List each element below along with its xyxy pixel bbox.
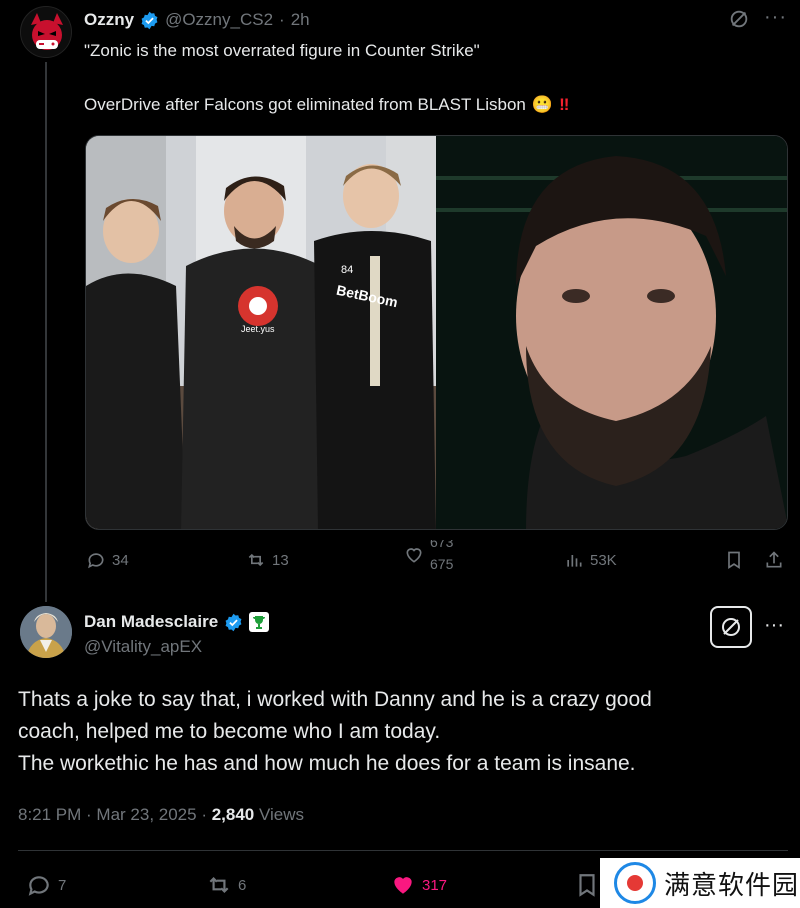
dot-separator: · (279, 10, 285, 29)
grimace-emoji: 😬 (531, 95, 554, 114)
repost-count: 6 (238, 876, 247, 894)
tweet-media[interactable]: BetBoom 84 Jeet.yus (85, 135, 788, 530)
tweet-body-line2: coach, helped me to become who I am toda… (18, 720, 441, 743)
repost-action[interactable]: 13 (246, 550, 289, 570)
author-avatar[interactable] (20, 606, 72, 658)
views-count: 53K (590, 551, 617, 569)
tweet-timestamp[interactable]: 8:21 PM · Mar 23, 2025 · (18, 805, 212, 824)
double-exclamation-emoji: ‼ (559, 95, 570, 114)
like-action[interactable]: 317 (390, 872, 447, 898)
repost-count: 13 (272, 551, 289, 569)
quoted-handle[interactable]: @Ozzny_CS2 (165, 10, 273, 30)
trophy-affiliate-icon[interactable] (249, 612, 270, 632)
tweet-meta: 8:21 PM · Mar 23, 2025 · 2,840 Views (18, 805, 304, 825)
like-action[interactable]: 673 675 (404, 540, 453, 570)
tweet-views-count: 2,840 (211, 805, 255, 824)
bookmark-action[interactable] (574, 872, 600, 898)
verified-badge-icon (225, 613, 242, 631)
analytics-icon (567, 555, 582, 567)
quoted-tweet-header: Ozzny @Ozzny_CS2 · 2h (84, 8, 310, 32)
share-icon (766, 551, 782, 568)
author-display-name[interactable]: Dan Madesclaire (84, 612, 218, 632)
share-action[interactable] (764, 550, 784, 570)
tweet-body: Thats a joke to say that, i worked with … (18, 684, 778, 780)
watermark-text: 满意软件园 (664, 870, 800, 901)
bookmark-icon (579, 874, 595, 897)
shirt-number-text: 84 (341, 264, 354, 276)
tweet-body-line3: The workethic he has and how much he doe… (18, 752, 636, 775)
reply-icon (88, 553, 104, 569)
site-watermark: 满意软件园 (600, 858, 800, 908)
reply-action[interactable]: 34 (86, 550, 129, 570)
like-count-rolling-top: 673 (430, 540, 454, 550)
author-header: Dan Madesclaire (84, 610, 270, 634)
quoted-text-line1: "Zonic is the most overrated figure in C… (84, 41, 480, 60)
reply-count: 34 (112, 551, 129, 569)
verified-badge-icon (141, 11, 158, 29)
watermark-logo-icon (614, 862, 656, 904)
more-options-icon[interactable]: ··· (764, 614, 784, 637)
like-count-rolling-bottom: 675 (430, 556, 454, 570)
heart-icon (406, 548, 422, 563)
reply-action[interactable]: 7 (26, 872, 66, 898)
bookmark-action[interactable] (724, 550, 744, 570)
media-photos (86, 136, 787, 529)
repost-icon (248, 553, 264, 567)
divider (18, 850, 788, 851)
quoted-display-name[interactable]: Ozzny (84, 10, 134, 30)
grok-icon (722, 618, 740, 636)
more-options-icon[interactable]: ··· (764, 6, 787, 29)
hoodie-brand-text: Jeet.yus (241, 324, 275, 334)
devil-gamepad-logo-icon (21, 7, 71, 57)
tweet-body-line1: Thats a joke to say that, i worked with … (18, 688, 652, 711)
thread-connector (45, 62, 47, 602)
bookmark-icon (728, 551, 740, 570)
portrait-avatar-icon (20, 606, 72, 658)
reply-count: 7 (58, 876, 67, 894)
quoted-text-line2: OverDrive after Falcons got eliminated f… (84, 95, 526, 114)
quoted-time[interactable]: 2h (291, 10, 310, 30)
grok-icon[interactable] (728, 8, 750, 35)
repost-icon (209, 876, 229, 894)
like-count: 317 (422, 876, 448, 894)
ozzny-avatar[interactable] (20, 6, 72, 58)
heart-filled-icon (394, 877, 412, 894)
author-handle[interactable]: @Vitality_apEX (84, 637, 202, 657)
views-action[interactable]: 53K (564, 550, 617, 570)
quoted-text-line2-row: OverDrive after Falcons got eliminated f… (84, 94, 784, 116)
reply-icon (28, 876, 49, 896)
grok-button[interactable] (710, 606, 752, 648)
repost-action[interactable]: 6 (206, 872, 246, 898)
tweet-views-label: Views (254, 805, 305, 824)
